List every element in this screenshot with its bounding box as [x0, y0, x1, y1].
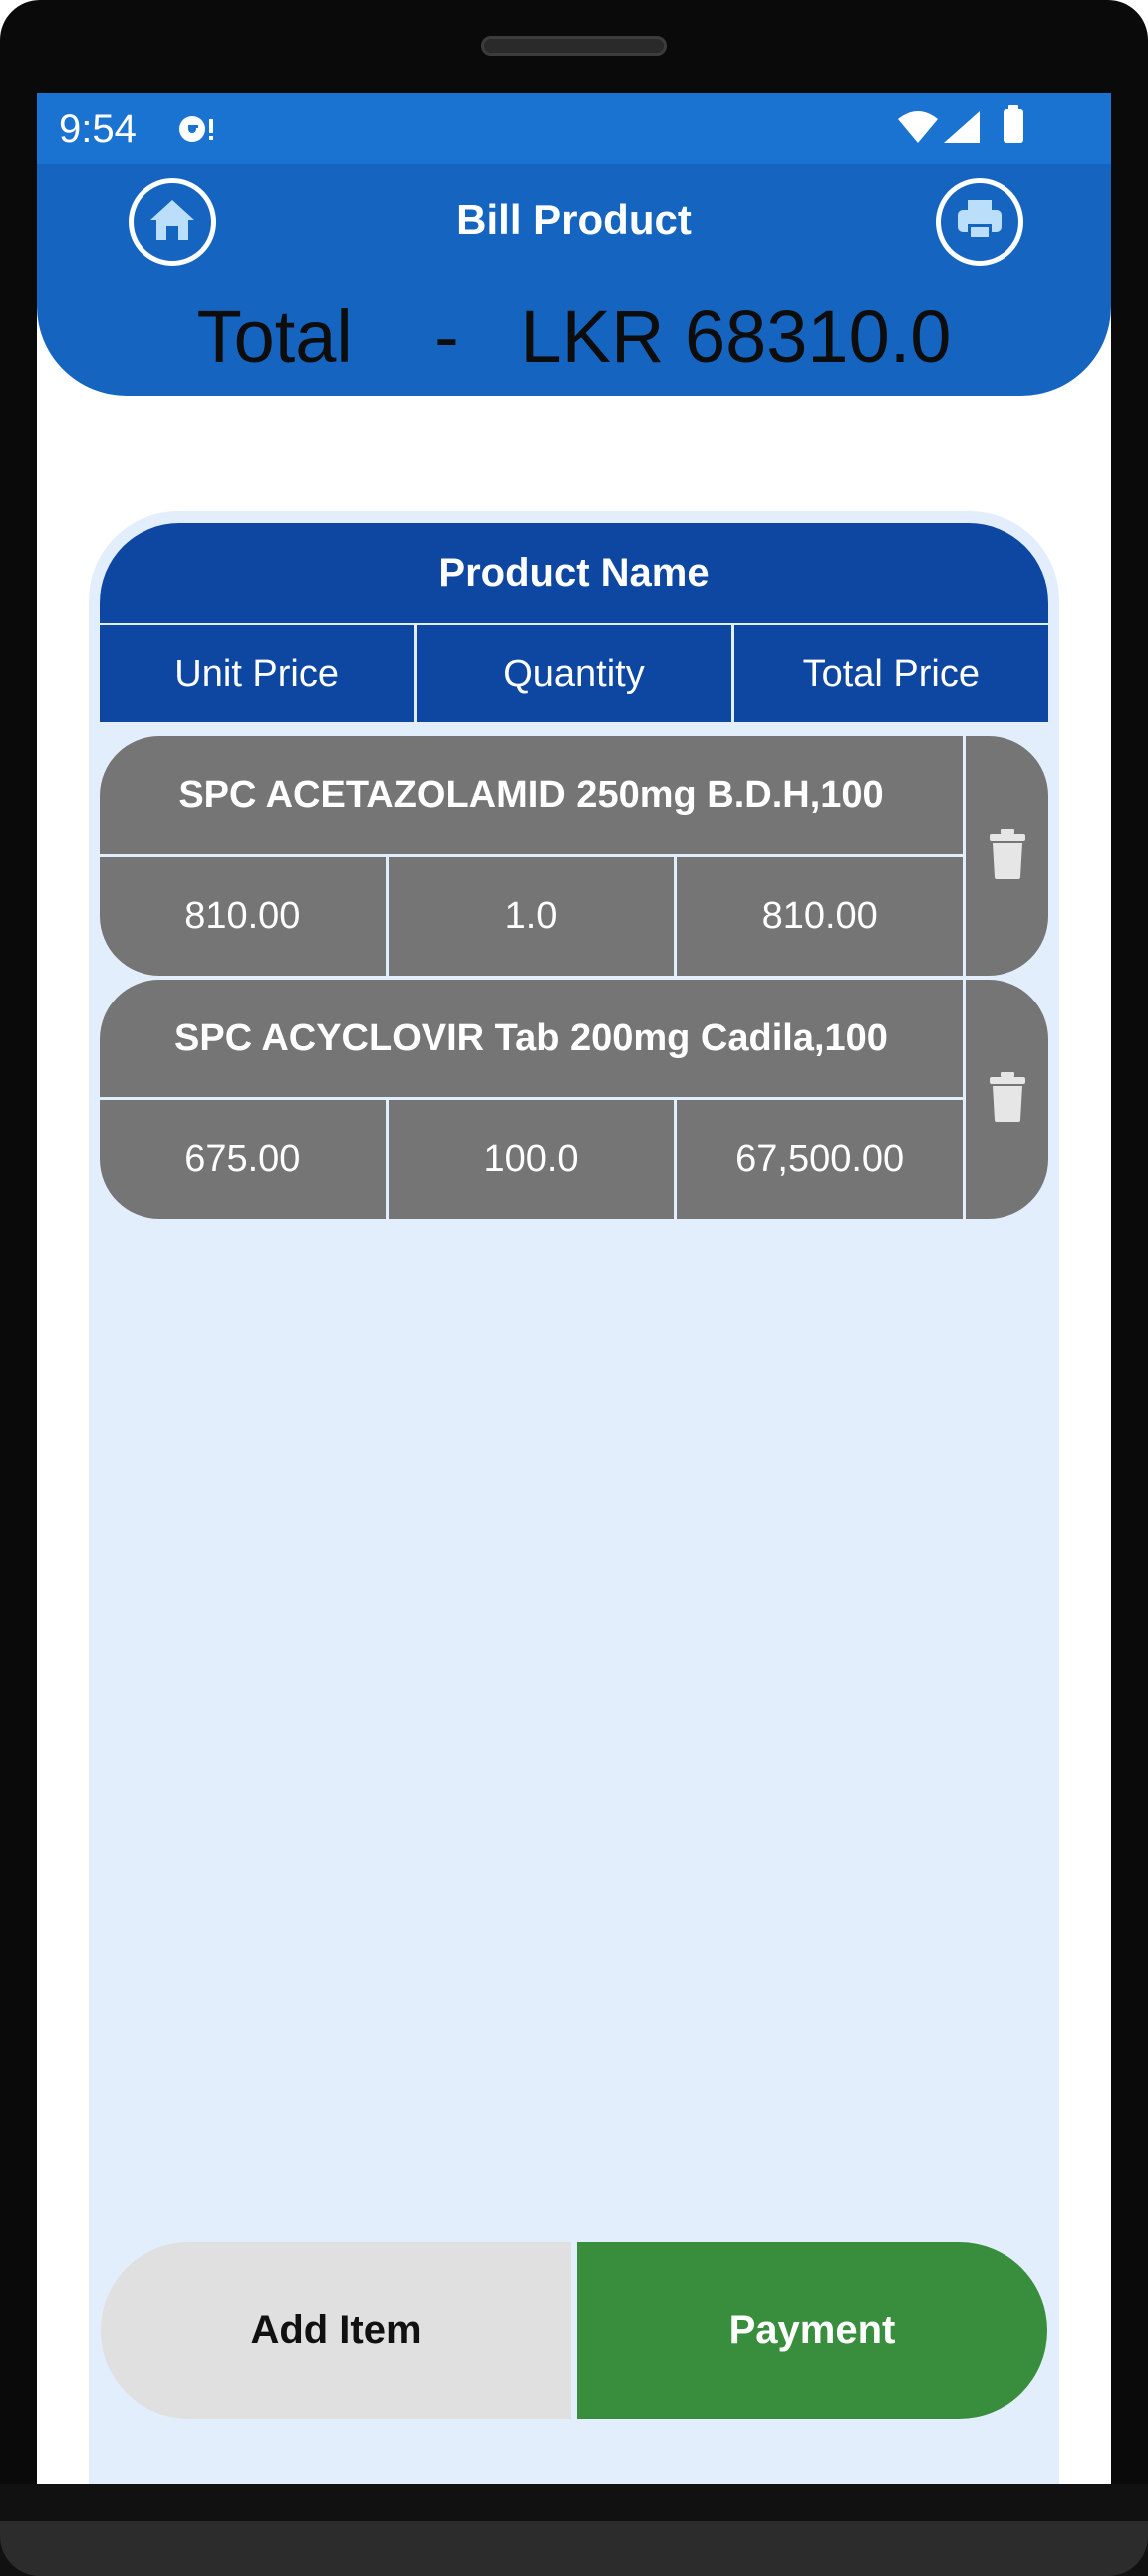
- status-bar: 9:54: [37, 93, 1111, 164]
- column-headers: Unit Price Quantity Total Price: [100, 625, 1048, 722]
- table-header: Product Name Unit Price Quantity Total P…: [100, 523, 1048, 722]
- payment-button[interactable]: Payment: [577, 2242, 1047, 2419]
- status-time: 9:54: [59, 107, 137, 150]
- product-name-header: Product Name: [100, 523, 1048, 623]
- print-icon: [954, 196, 1005, 249]
- item-unit-price: 675.00: [100, 1100, 386, 1219]
- item-quantity: 100.0: [388, 1100, 675, 1219]
- item-product-name: SPC ACETAZOLAMID 250mg B.D.H,100: [100, 736, 963, 854]
- print-button[interactable]: [936, 178, 1023, 266]
- quantity-header: Quantity: [417, 625, 731, 722]
- delete-item-button[interactable]: [966, 736, 1048, 976]
- cellular-signal-icon: [942, 109, 982, 149]
- add-item-button[interactable]: Add Item: [101, 2242, 571, 2419]
- bill-item-details[interactable]: SPC ACETAZOLAMID 250mg B.D.H,100 810.00 …: [100, 736, 964, 976]
- bill-item-row: SPC ACYCLOVIR Tab 200mg Cadila,100 675.0…: [100, 980, 1048, 1219]
- item-values: 675.00 100.0 67,500.00: [100, 1100, 964, 1219]
- speaker-grille: [481, 36, 667, 56]
- unit-price-header: Unit Price: [100, 625, 415, 722]
- wifi-icon: [896, 109, 940, 149]
- bill-item-details[interactable]: SPC ACYCLOVIR Tab 200mg Cadila,100 675.0…: [100, 980, 964, 1219]
- battery-icon: [1002, 105, 1025, 149]
- bill-actions: Add Item Payment: [101, 2242, 1047, 2419]
- trash-icon: [989, 828, 1026, 884]
- delete-item-button[interactable]: [966, 980, 1048, 1219]
- media-sync-icon: [176, 111, 220, 151]
- item-values: 810.00 1.0 810.00: [100, 857, 964, 976]
- item-unit-price: 810.00: [100, 857, 386, 976]
- total-price-header: Total Price: [733, 625, 1048, 722]
- device-frame: 9:54 Bill Product Total - LKR 68310.0 Pr…: [0, 0, 1148, 2576]
- bottom-bar: [0, 2521, 1148, 2576]
- bill-total: Total - LKR 68310.0: [196, 295, 952, 378]
- item-product-name: SPC ACYCLOVIR Tab 200mg Cadila,100: [100, 980, 963, 1097]
- bill-header: Bill Product Total - LKR 68310.0: [37, 164, 1111, 396]
- bill-panel: Product Name Unit Price Quantity Total P…: [89, 511, 1059, 2484]
- screen: 9:54 Bill Product Total - LKR 68310.0 Pr…: [37, 93, 1111, 2484]
- trash-icon: [989, 1071, 1026, 1127]
- item-quantity: 1.0: [388, 857, 675, 976]
- item-total-price: 810.00: [677, 857, 964, 976]
- bill-item-row: SPC ACETAZOLAMID 250mg B.D.H,100 810.00 …: [100, 736, 1048, 976]
- item-total-price: 67,500.00: [677, 1100, 964, 1219]
